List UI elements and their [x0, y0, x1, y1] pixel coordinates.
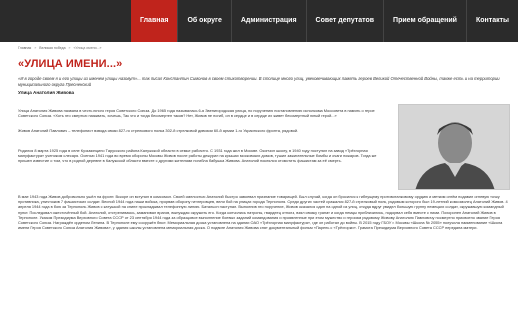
nav-item-council[interactable]: Совет депутатов	[307, 0, 384, 42]
main-menu: Главная Об округе Администрация Совет де…	[130, 0, 518, 42]
portrait-photo	[398, 104, 510, 190]
portrait-photo-icon	[399, 105, 509, 189]
top-navigation: Главная Об округе Администрация Совет де…	[0, 0, 518, 42]
article-paragraph: Живов Анатолий Павлович – телефонист взв…	[18, 128, 299, 133]
article-subtitle: Улица Анатолия Живова	[18, 90, 75, 95]
page-epigraph: «И в городе своем я и его улицы из имене…	[18, 76, 510, 87]
nav-item-administration[interactable]: Администрация	[232, 0, 306, 42]
nav-item-about[interactable]: Об округе	[178, 0, 230, 42]
page-title: «УЛИЦА ИМЕНИ...»	[18, 58, 123, 70]
epigraph-text: «И в городе своем я и его улицы из имене…	[18, 76, 500, 87]
breadcrumb-separator: »	[68, 46, 71, 50]
article-paragraph: В мае 1943 года Живов добровольно ушёл н…	[18, 194, 508, 231]
breadcrumb-current: «Улица имени...»	[73, 46, 102, 50]
nav-item-home[interactable]: Главная	[130, 0, 178, 42]
breadcrumb: Главная » Великая победа » «Улица имени.…	[18, 46, 101, 50]
nav-item-appeals[interactable]: Прием обращений	[384, 0, 466, 42]
nav-item-contacts[interactable]: Контакты	[467, 0, 518, 42]
article-paragraph: Родился 8 марта 1925 года в селе Кузьмин…	[18, 148, 377, 164]
article-paragraph: Улица Анатолия Живова названа в честь юн…	[18, 108, 375, 119]
breadcrumb-victory[interactable]: Великая победа	[39, 46, 65, 50]
breadcrumb-separator: »	[34, 46, 37, 50]
breadcrumb-home[interactable]: Главная	[18, 46, 31, 50]
